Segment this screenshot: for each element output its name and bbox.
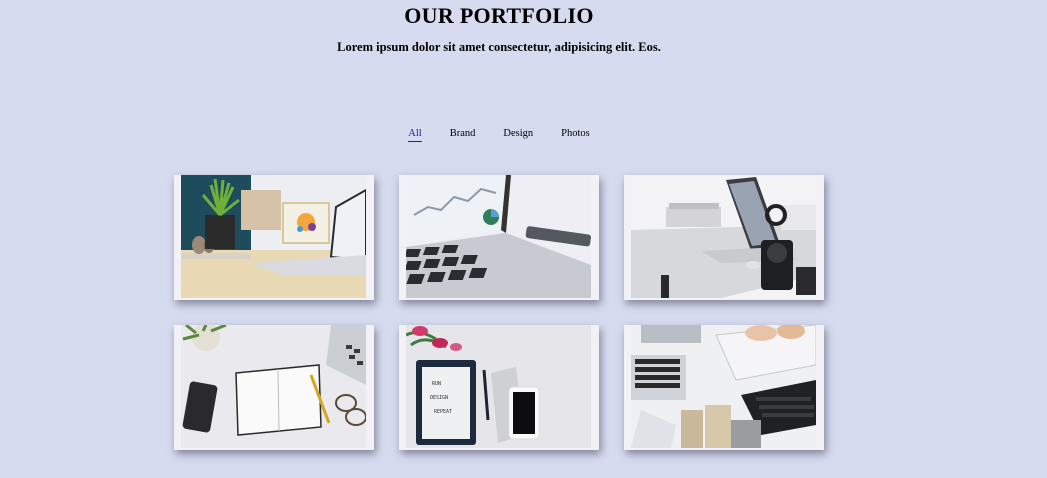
desk-plant-laptop-photo [181,175,366,298]
portfolio-page: OUR PORTFOLIO Lorem ipsum dolor sit amet… [0,0,1047,478]
svg-text:DESIGN: DESIGN [430,395,448,401]
page-subtitle: Lorem ipsum dolor sit amet consectetur, … [337,40,661,54]
portfolio-item-1[interactable] [174,175,374,300]
filter-tab-all[interactable]: All [408,128,422,142]
svg-text:RUN: RUN [432,381,441,387]
keyboard-laptop-workspace-photo [631,325,816,448]
portfolio-item-2[interactable] [399,175,599,300]
svg-text:REPEAT: REPEAT [434,409,452,415]
page-title: OUR PORTFOLIO [404,3,594,28]
portfolio-item-6[interactable] [624,325,824,450]
filter-tabs: All Brand Design Photos [0,128,998,142]
portfolio-item-4[interactable] [174,325,374,450]
laptop-keyboard-chart-photo [406,175,591,298]
portfolio-item-3[interactable] [624,175,824,300]
portfolio-item-5[interactable]: RUN DESIGN REPEAT [399,325,599,450]
notebook-phone-glasses-photo [181,325,366,448]
filter-tab-photos[interactable]: Photos [561,128,590,142]
notepad-phone-flowers-photo: RUN DESIGN REPEAT [406,325,591,448]
portfolio-grid: RUN DESIGN REPEAT [174,175,824,450]
laptop-desk-camera-photo [631,175,816,298]
filter-tab-brand[interactable]: Brand [450,128,476,142]
filter-tab-design[interactable]: Design [503,128,533,142]
